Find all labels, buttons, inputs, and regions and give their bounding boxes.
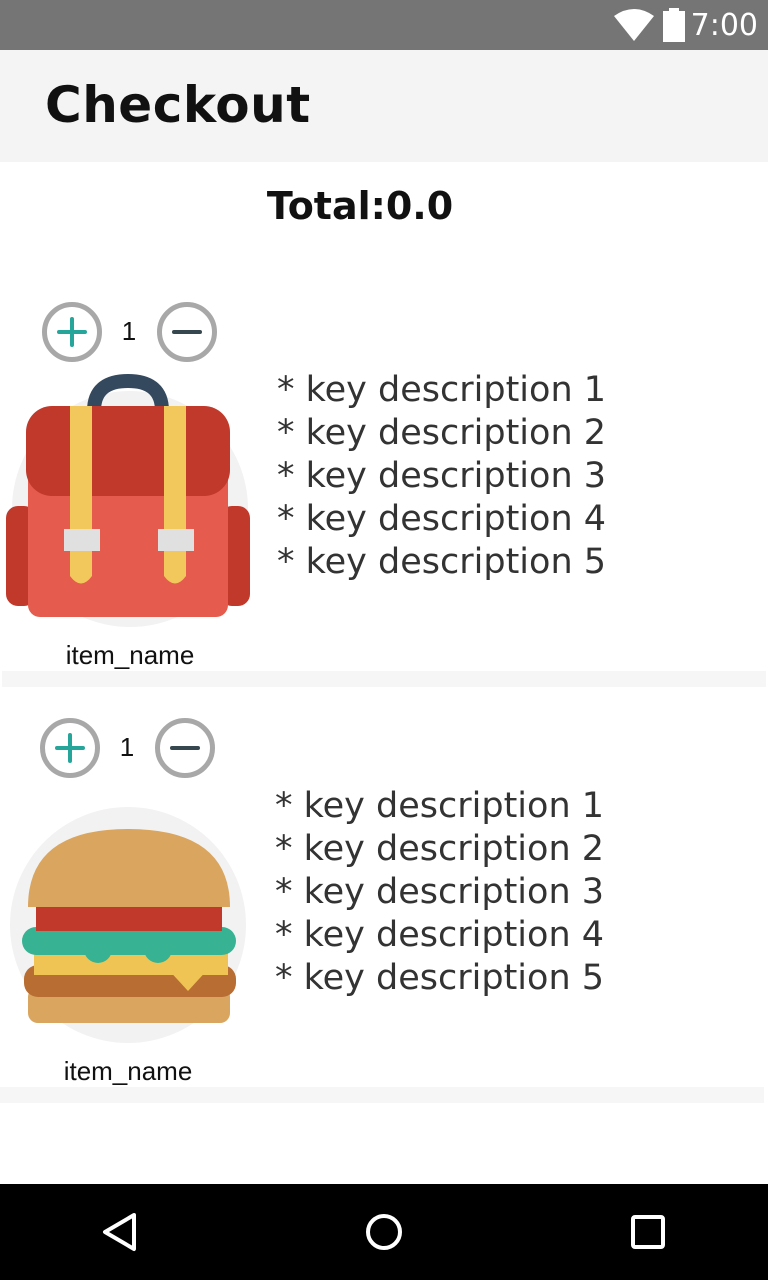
app-bar: Checkout bbox=[0, 50, 768, 162]
description-item: * key description 5 bbox=[277, 542, 607, 582]
description-item: * key description 2 bbox=[275, 829, 605, 869]
status-bar: 7:00 bbox=[0, 0, 768, 50]
decrease-quantity-button[interactable] bbox=[157, 302, 217, 362]
plus-icon bbox=[55, 733, 85, 763]
item-image bbox=[6, 373, 250, 627]
minus-icon bbox=[172, 330, 202, 334]
description-item: * key description 1 bbox=[277, 370, 607, 410]
backpack-icon bbox=[6, 373, 250, 617]
navigation-bar bbox=[0, 1184, 768, 1280]
plus-icon bbox=[57, 317, 87, 347]
decrease-quantity-button[interactable] bbox=[155, 718, 215, 778]
recents-icon[interactable] bbox=[630, 1214, 666, 1255]
increase-quantity-button[interactable] bbox=[40, 718, 100, 778]
status-time: 7:00 bbox=[690, 8, 758, 43]
wifi-icon bbox=[614, 8, 654, 47]
description-item: * key description 2 bbox=[277, 413, 607, 453]
description-item: * key description 5 bbox=[275, 958, 605, 998]
description-list: * key description 1 * key description 2 … bbox=[277, 369, 606, 584]
quantity-value: 1 bbox=[121, 316, 137, 346]
quantity-value: 1 bbox=[119, 732, 135, 762]
back-icon[interactable] bbox=[100, 1212, 140, 1257]
item-name: item_name bbox=[63, 1056, 193, 1086]
item-image bbox=[10, 807, 246, 1043]
description-item: * key description 3 bbox=[277, 456, 607, 496]
description-item: * key description 3 bbox=[275, 872, 605, 912]
total-summary: Total:0.0 bbox=[0, 184, 720, 228]
description-item: * key description 4 bbox=[277, 499, 607, 539]
increase-quantity-button[interactable] bbox=[42, 302, 102, 362]
divider bbox=[2, 671, 766, 687]
item-name: item_name bbox=[65, 640, 195, 670]
total-value: 0.0 bbox=[385, 184, 454, 228]
page-title: Checkout bbox=[45, 76, 311, 134]
battery-icon bbox=[662, 8, 686, 47]
burger-icon bbox=[22, 829, 236, 1023]
total-label: Total: bbox=[266, 184, 386, 228]
description-item: * key description 1 bbox=[275, 786, 605, 826]
minus-icon bbox=[170, 746, 200, 750]
home-icon[interactable] bbox=[365, 1213, 403, 1256]
cart-item: 1 item_name * key description 1 * key de… bbox=[2, 279, 766, 687]
description-list: * key description 1 * key description 2 … bbox=[275, 785, 604, 1000]
description-item: * key description 4 bbox=[275, 915, 605, 955]
divider bbox=[0, 1087, 764, 1103]
cart-item: 1 item_name * key description 1 * key de… bbox=[0, 695, 764, 1103]
